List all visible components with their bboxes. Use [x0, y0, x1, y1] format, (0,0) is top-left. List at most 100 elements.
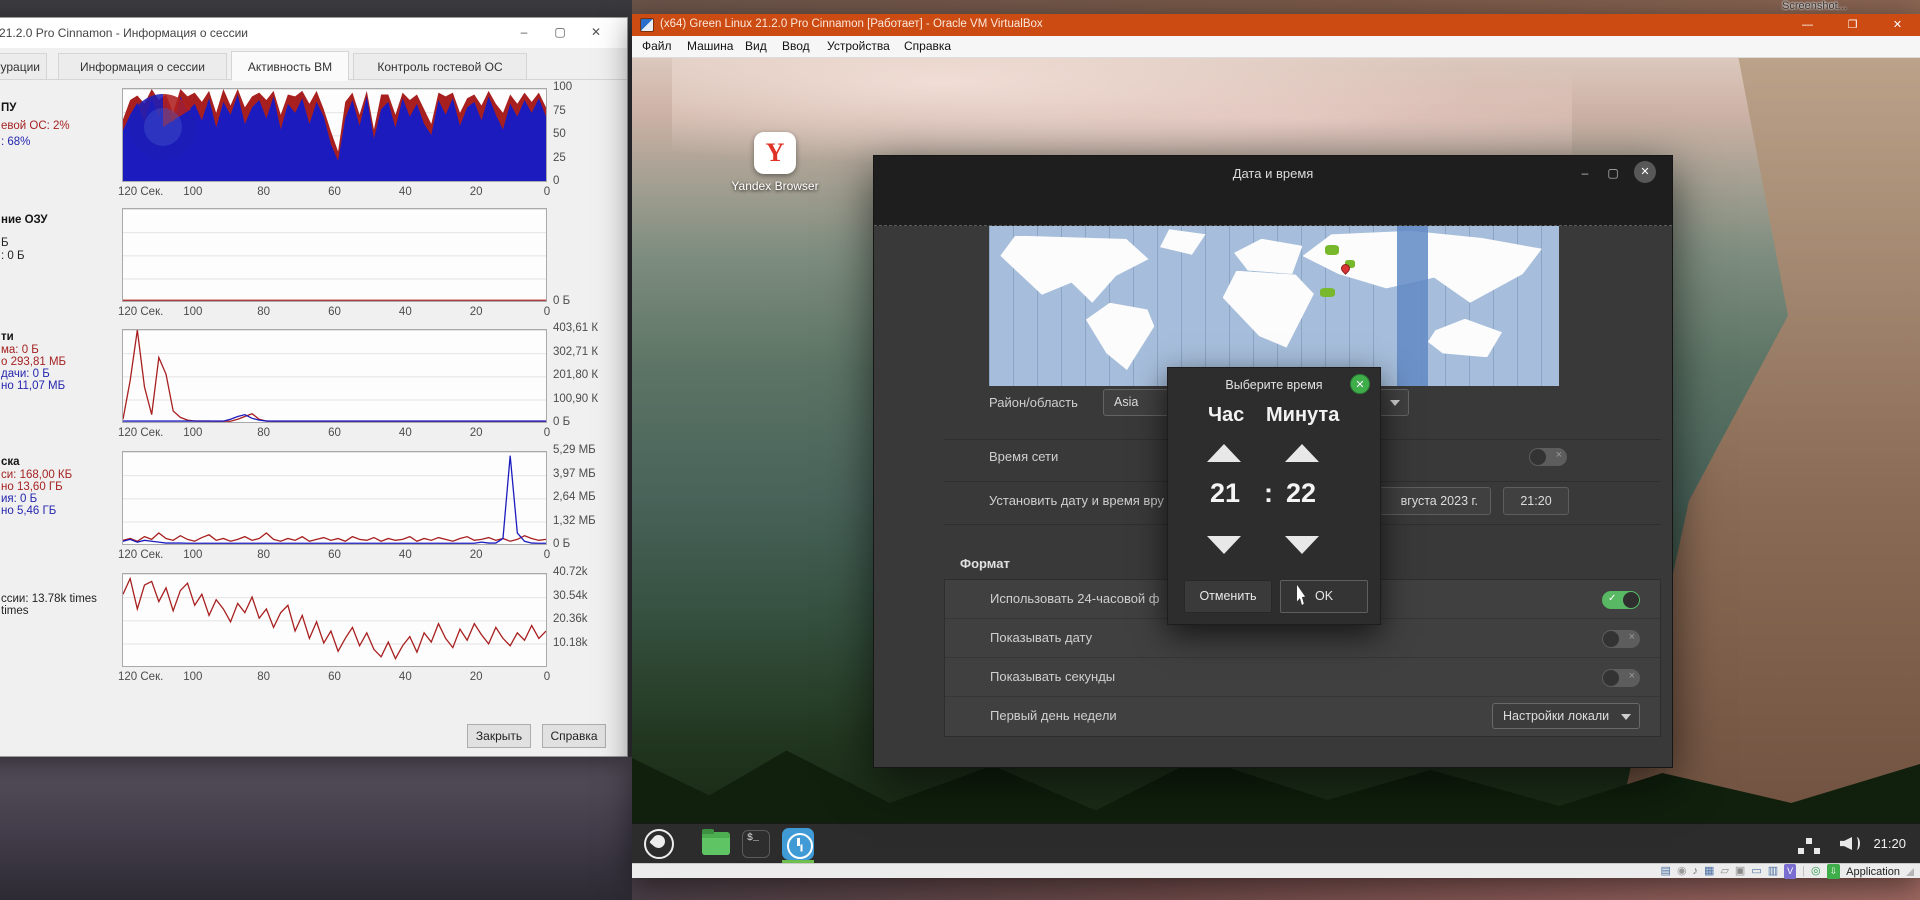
net-section-label: ти [1, 331, 14, 343]
tab-session-info[interactable]: Информация о сессии [58, 53, 227, 80]
statusbar-app-label: Application [1846, 865, 1900, 878]
tab-vm-activity[interactable]: Активность ВМ [231, 51, 349, 81]
map-highlight-region [1325, 245, 1340, 256]
cancel-button[interactable]: Отменить [1184, 580, 1272, 613]
network-chart-xaxis: 120 Сек. 100 80 60 40 20 0 [118, 427, 551, 439]
network-time-toggle[interactable] [1529, 448, 1567, 466]
network-tray-icon[interactable] [1806, 838, 1812, 844]
ram-usage-chart [122, 208, 547, 302]
first-day-dropdown[interactable]: Настройки локали [1492, 703, 1640, 729]
session-window-titlebar[interactable]: Linux 21.2.0 Pro Cinnamon - Информация о… [0, 18, 627, 48]
host-wallpaper-left [0, 757, 632, 900]
yandex-browser-label: Yandex Browser [731, 179, 819, 193]
optical-disk-icon[interactable]: ◉ [1677, 864, 1687, 879]
tab-configuration[interactable]: гурации [0, 53, 47, 80]
first-day-value: Настройки локали [1503, 709, 1610, 723]
recording-icon[interactable]: ▥ [1768, 864, 1778, 879]
usb-icon[interactable]: ▱ [1720, 864, 1728, 879]
menu-file[interactable]: Файл [642, 39, 672, 53]
chevron-down-icon [1621, 714, 1631, 720]
network-rate-chart [122, 329, 547, 423]
map-greenland [1160, 229, 1206, 255]
close-icon[interactable]: ✕ [1350, 374, 1370, 394]
menu-input[interactable]: Ввод [782, 39, 810, 53]
hour-up-button[interactable] [1207, 444, 1241, 462]
map-north-america [1000, 235, 1149, 303]
host-wallpaper-bottom [632, 878, 1920, 900]
close-button[interactable]: ✕ [578, 18, 614, 47]
network-chart-yaxis: 403,61 К 302,71 К 201,80 К 100,90 К0 Б [553, 322, 599, 428]
net-rx-rate: ма: 0 Б [1, 344, 39, 356]
show-seconds-label: Показывать секунды [990, 669, 1116, 684]
ok-button[interactable]: OK [1280, 580, 1368, 613]
close-session-button[interactable]: Закрыть [467, 724, 531, 748]
minute-down-button[interactable] [1285, 536, 1319, 554]
format-row-first-day: Первый день недели Настройки локали [945, 697, 1660, 736]
net-tx-total: но 11,07 МБ [1, 380, 66, 392]
hour-value: 21 [1210, 478, 1241, 508]
vm-exits-chart-xaxis: 120 Сек. 100 80 60 40 20 0 [118, 671, 551, 683]
virtualization-features-icon[interactable]: V [1784, 864, 1797, 879]
volume-icon[interactable] [1840, 834, 1860, 852]
show-date-label: Показывать дату [990, 630, 1093, 645]
file-manager-icon[interactable] [702, 829, 730, 855]
hour-column-label: Час [1208, 404, 1245, 426]
menu-machine[interactable]: Машина [687, 39, 733, 53]
map-europe [1234, 238, 1303, 274]
disk-read-total: но 5,46 ГБ [1, 505, 57, 517]
dialog-title: Дата и время [1232, 166, 1314, 181]
hdd-icon[interactable]: ▤ [1661, 864, 1671, 879]
cinnamon-taskbar: $_ 21:20 [632, 823, 1920, 864]
host-screenshot-icon-label[interactable]: Screenshot... [1782, 0, 1847, 12]
vm-titlebar[interactable]: (x64) Green Linux 21.2.0 Pro Cinnamon [Р… [632, 14, 1920, 36]
timezone-map[interactable] [989, 226, 1559, 386]
map-south-america [1085, 302, 1155, 370]
cinnamon-menu-icon[interactable] [644, 829, 674, 859]
minute-up-button[interactable] [1285, 444, 1319, 462]
menu-devices[interactable]: Устройства [827, 39, 890, 53]
shared-folders-icon[interactable]: ▣ [1735, 864, 1745, 879]
yandex-browser-desktop-icon[interactable]: Y Yandex Browser [715, 132, 835, 193]
display-icon[interactable]: ▭ [1751, 864, 1761, 879]
vm-exits-chart [122, 573, 547, 667]
maximize-button[interactable]: ❐ [1830, 14, 1875, 36]
disk-chart-xaxis: 120 Сек. 100 80 60 40 20 0 [118, 549, 551, 561]
audio-icon[interactable]: ♪ [1693, 864, 1699, 879]
keyboard-capture-icon[interactable]: ⇩ [1826, 864, 1841, 879]
mouse-integration-icon[interactable]: ◎ [1811, 864, 1821, 879]
maximize-button[interactable]: ▢ [1602, 163, 1624, 183]
dialog-titlebar[interactable]: Дата и время – ▢ ✕ [874, 156, 1672, 226]
minimize-button[interactable]: – [1574, 163, 1596, 183]
net-rx-total: о 293,81 МБ [1, 356, 67, 368]
format-row-show-seconds: Показывать секунды [945, 658, 1660, 697]
ram-chart-yaxis: 0 Б [553, 295, 571, 307]
virtualbox-icon [640, 18, 654, 32]
time-button[interactable]: 21:20 [1503, 487, 1569, 515]
tab-guest-control[interactable]: Контроль гостевой ОС [353, 53, 527, 80]
taskbar-clock[interactable]: 21:20 [1873, 836, 1906, 851]
network-adapter-icon[interactable]: ▦ [1704, 864, 1714, 879]
minute-column-label: Минута [1266, 404, 1340, 426]
show-seconds-toggle[interactable] [1602, 669, 1640, 687]
show-date-toggle[interactable] [1602, 630, 1640, 648]
clock-app-icon[interactable] [782, 828, 814, 860]
yandex-browser-icon[interactable]: Y [754, 132, 796, 174]
minimize-button[interactable]: – [506, 18, 542, 47]
menu-help[interactable]: Справка [904, 39, 951, 53]
resize-grip[interactable] [1906, 867, 1914, 876]
terminal-icon[interactable]: $_ [742, 830, 770, 858]
close-icon[interactable]: ✕ [1634, 161, 1656, 183]
menu-view[interactable]: Вид [745, 39, 767, 53]
map-highlight-region [1319, 288, 1335, 298]
use-24h-toggle[interactable] [1602, 591, 1640, 609]
disk-rate-chart [122, 451, 547, 545]
hour-down-button[interactable] [1207, 536, 1241, 554]
popup-title: Выберите время [1225, 378, 1323, 392]
close-button[interactable]: ✕ [1875, 14, 1920, 36]
maximize-button[interactable]: ▢ [542, 18, 578, 47]
minimize-button[interactable]: — [1785, 14, 1830, 36]
disk-write-rate: си: 168,00 КБ [1, 469, 73, 481]
net-tx-rate: дачи: 0 Б [1, 368, 50, 380]
time-colon: : [1264, 478, 1273, 508]
help-button[interactable]: Справка [542, 724, 606, 748]
